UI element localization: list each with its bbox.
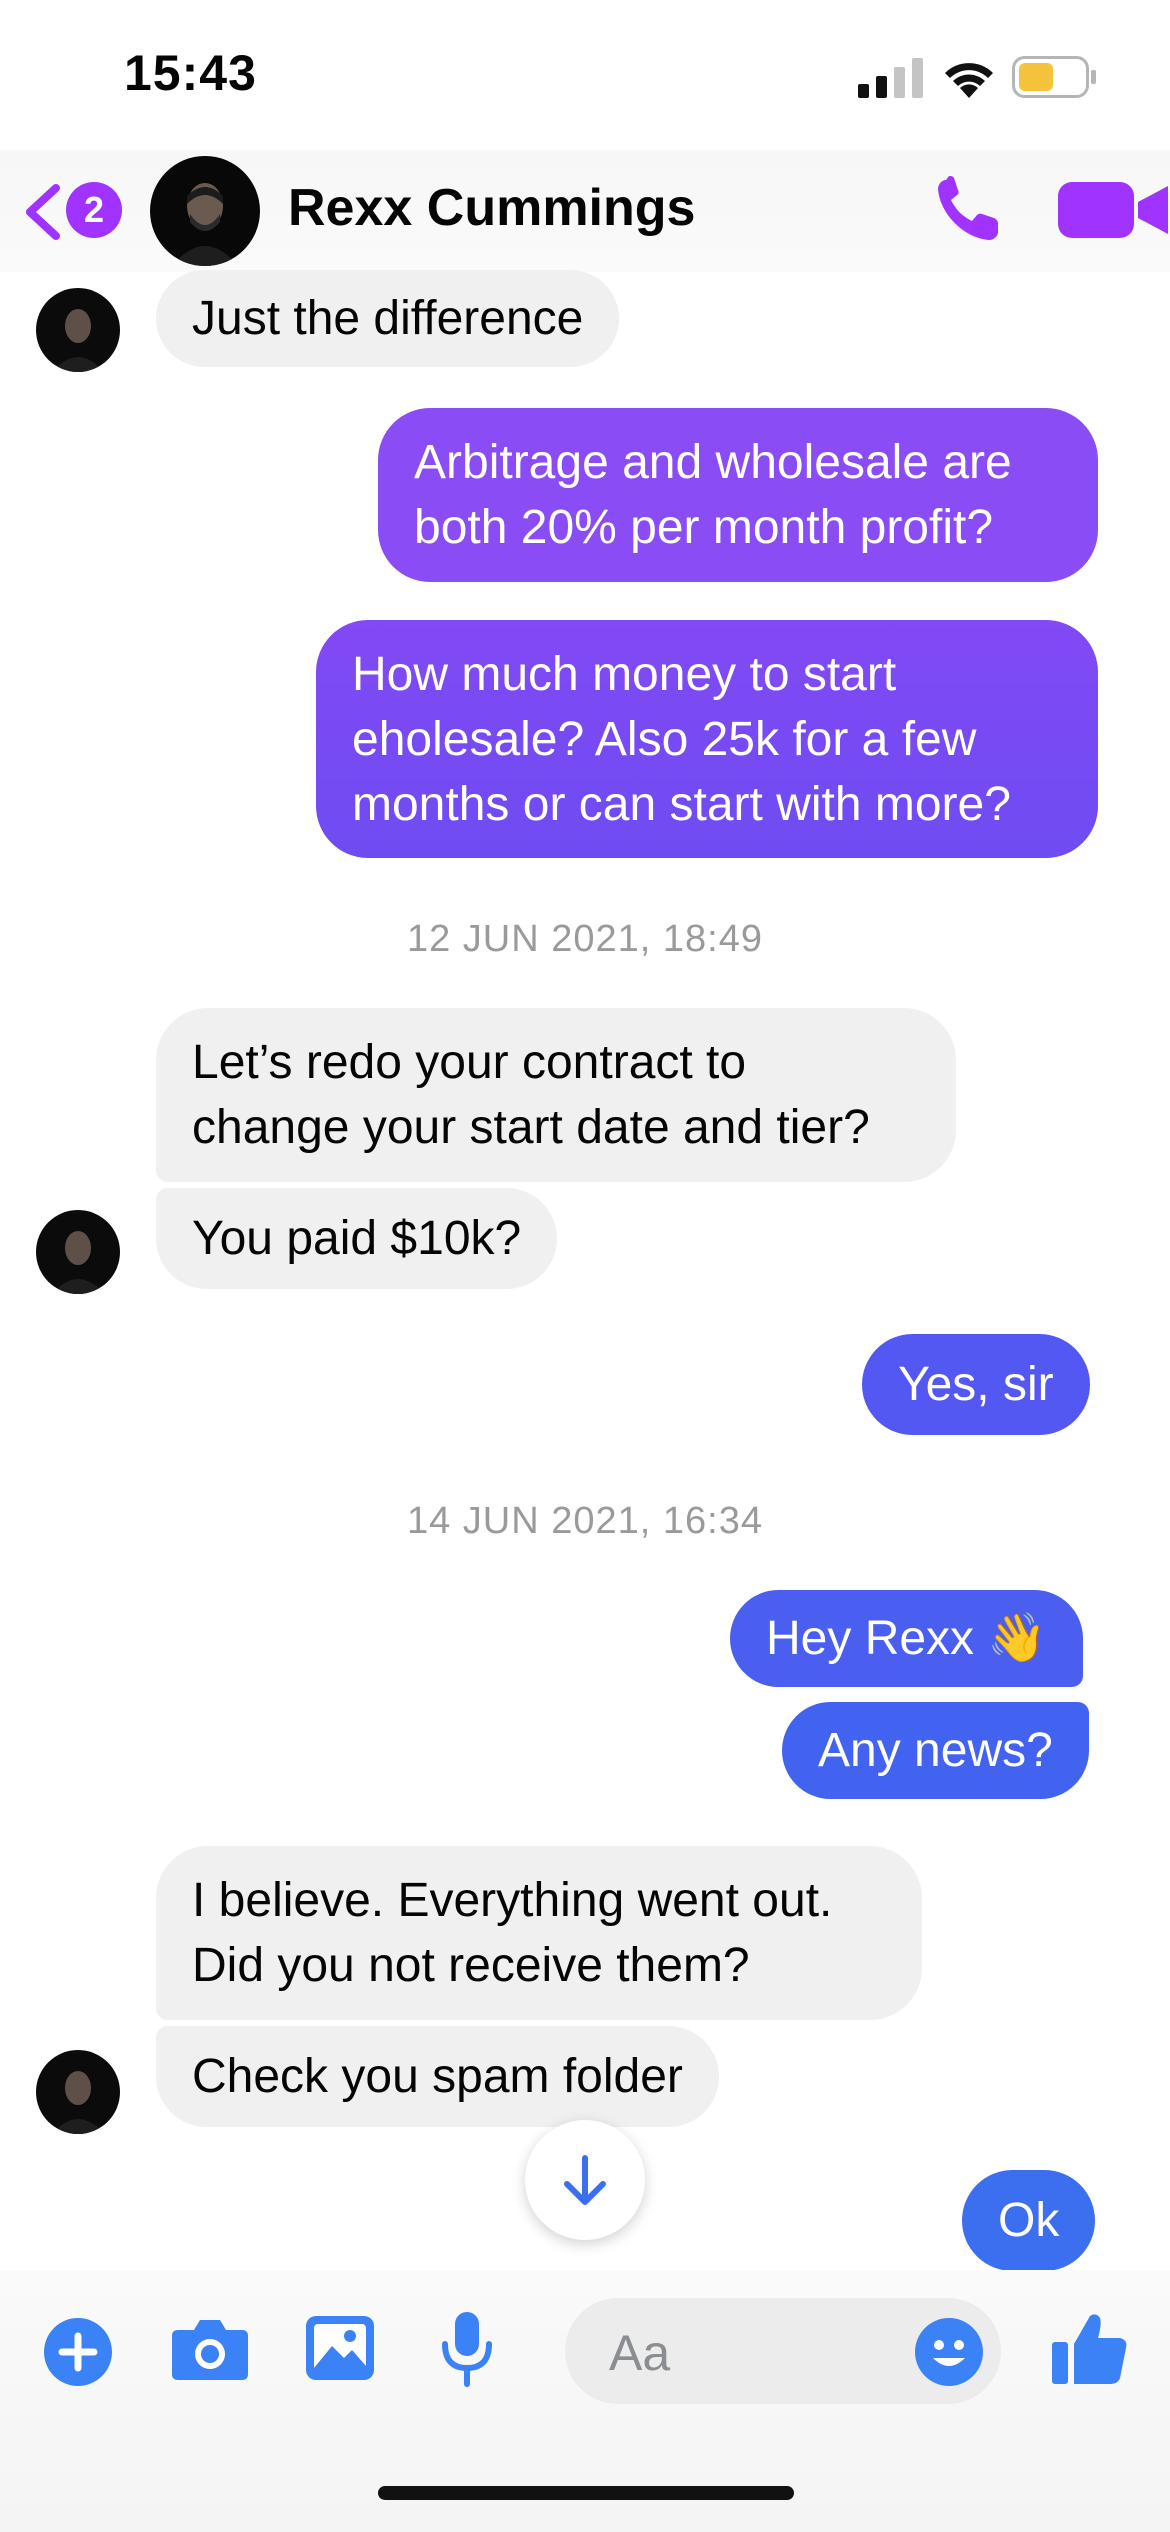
message-line: I believe. Everything went out. bbox=[192, 1874, 833, 1927]
outgoing-message[interactable]: Ok bbox=[962, 2170, 1096, 2271]
arrow-down-icon bbox=[564, 2155, 606, 2205]
timestamp: 14 JUN 2021, 16:34 bbox=[406, 1500, 763, 1542]
status-time: 15:43 bbox=[124, 45, 257, 101]
message-line: change your start date and tier? bbox=[192, 1101, 870, 1154]
plus-icon[interactable] bbox=[44, 2318, 112, 2386]
outgoing-message[interactable]: Arbitrage and wholesale are both 20% per… bbox=[378, 408, 1098, 582]
gallery-icon[interactable] bbox=[306, 2316, 374, 2380]
emoji-icon[interactable] bbox=[915, 2318, 983, 2386]
back-button[interactable]: 2 bbox=[22, 178, 132, 242]
thumbs-up-icon[interactable] bbox=[1052, 2310, 1128, 2386]
incoming-message[interactable]: Check you spam folder bbox=[156, 2026, 719, 2127]
avatar-photo-icon bbox=[52, 309, 104, 372]
message-line: Did you not receive them? bbox=[192, 1939, 750, 1992]
message-input[interactable]: Aa bbox=[565, 2298, 1001, 2404]
scroll-to-bottom-button[interactable] bbox=[525, 2120, 645, 2240]
wifi-icon bbox=[945, 63, 993, 98]
camera-icon[interactable] bbox=[172, 2316, 248, 2382]
message-line: eholesale? Also 25k for a few bbox=[352, 713, 977, 766]
home-indicator bbox=[378, 2486, 794, 2500]
sender-avatar bbox=[36, 2050, 120, 2134]
avatar-photo-icon bbox=[172, 183, 238, 266]
timestamp: 12 JUN 2021, 18:49 bbox=[406, 918, 763, 960]
video-camera-icon[interactable] bbox=[1056, 178, 1170, 242]
phone-icon[interactable] bbox=[932, 174, 1004, 246]
incoming-message[interactable]: I believe. Everything went out. Did you … bbox=[156, 1846, 922, 2020]
message-line: How much money to start bbox=[352, 648, 897, 701]
status-bar: 15:43 bbox=[0, 0, 1170, 150]
battery-icon bbox=[1012, 56, 1096, 98]
composer-bar: Aa bbox=[0, 2270, 1170, 2532]
message-line: months or can start with more? bbox=[352, 778, 1011, 831]
sender-avatar bbox=[36, 1210, 120, 1294]
message-line: Arbitrage and wholesale are bbox=[414, 436, 1012, 489]
sender-avatar bbox=[36, 288, 120, 372]
incoming-message[interactable]: Let’s redo your contract to change your … bbox=[156, 1008, 956, 1182]
outgoing-message[interactable]: Any news? bbox=[782, 1702, 1089, 1799]
microphone-icon[interactable] bbox=[440, 2310, 494, 2388]
message-input-placeholder: Aa bbox=[609, 2325, 671, 2381]
cellular-signal-icon bbox=[858, 58, 923, 98]
conversation-header: 2 Rexx Cummings bbox=[0, 150, 1170, 272]
incoming-message[interactable]: Just the difference bbox=[156, 270, 620, 367]
unread-count-badge: 2 bbox=[66, 182, 122, 238]
message-line: both 20% per month profit? bbox=[414, 501, 994, 554]
outgoing-message[interactable]: Hey Rexx 👋 bbox=[730, 1590, 1084, 1687]
avatar-photo-icon bbox=[52, 2071, 104, 2134]
outgoing-message[interactable]: Yes, sir bbox=[862, 1334, 1090, 1435]
incoming-message[interactable]: You paid $10k? bbox=[156, 1188, 558, 1289]
chevron-left-icon bbox=[26, 184, 60, 240]
contact-avatar[interactable] bbox=[150, 156, 260, 266]
message-line: Let’s redo your contract to bbox=[192, 1036, 747, 1089]
avatar-photo-icon bbox=[52, 1231, 104, 1294]
outgoing-message[interactable]: How much money to start eholesale? Also … bbox=[316, 620, 1098, 858]
contact-name[interactable]: Rexx Cummings bbox=[288, 178, 695, 238]
